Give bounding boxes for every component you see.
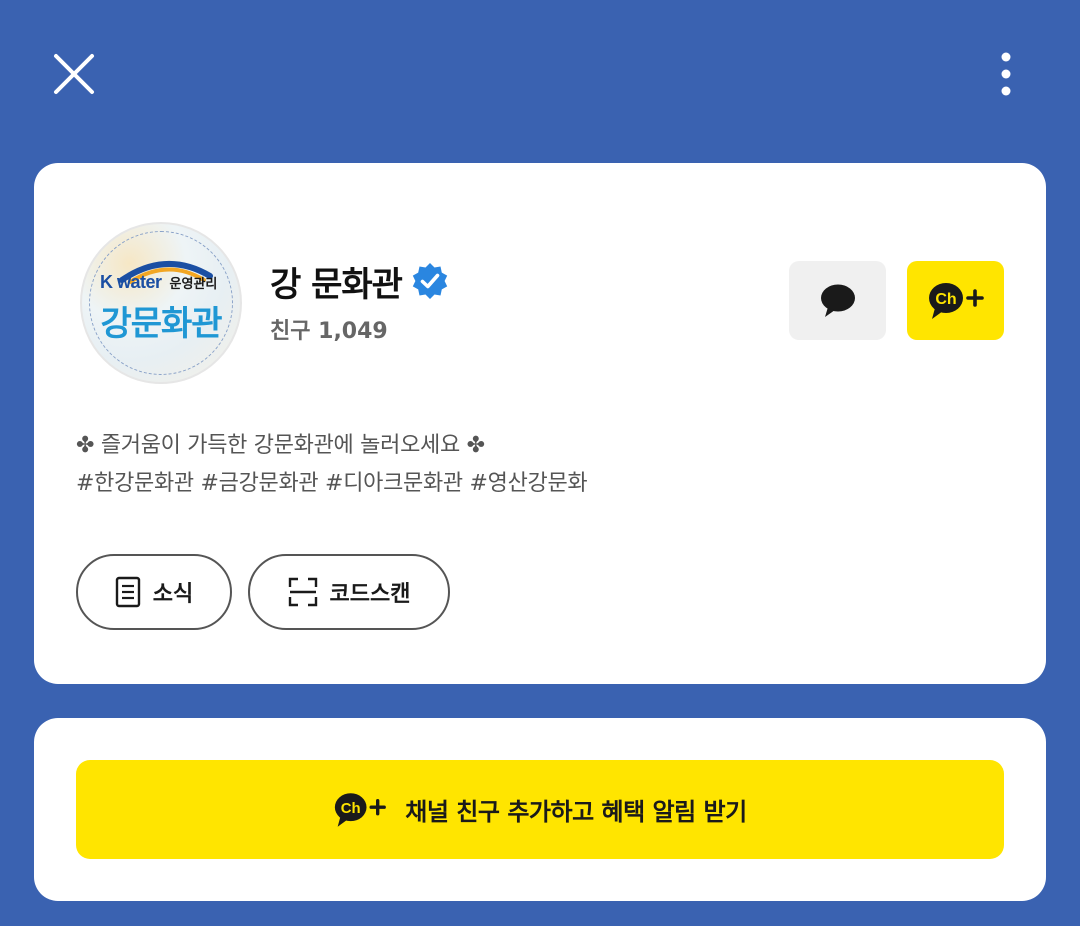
more-vertical-icon xyxy=(1001,52,1011,96)
code-scan-button-label: 코드스캔 xyxy=(329,582,411,607)
add-channel-friend-button[interactable]: Ch 채널 친구 추가하고 혜택 알림 받기 xyxy=(76,760,1004,859)
code-scan-button[interactable]: 코드스캔 xyxy=(248,554,450,630)
avatar-brand-subtitle: 운영관리 xyxy=(169,276,218,291)
profile-card: K water 운영관리 강문화관 강 문화관 친구 1,049 Ch ✤ 즐거… xyxy=(34,163,1046,684)
news-button-label: 소식 xyxy=(152,582,194,607)
close-icon xyxy=(54,54,94,94)
channel-name: 강 문화관 xyxy=(270,264,403,305)
channel-title-row: 강 문화관 xyxy=(270,257,450,305)
channel-add-icon: Ch xyxy=(335,792,387,827)
scan-frame-icon xyxy=(288,577,318,607)
add-channel-button[interactable]: Ch xyxy=(907,261,1004,340)
description-hashtags: #한강문화관 #금강문화관 #디아크문화관 #영산강문화 xyxy=(76,471,588,496)
svg-text:Ch: Ch xyxy=(341,800,361,816)
svg-text:Ch: Ch xyxy=(935,291,956,308)
channel-add-icon: Ch xyxy=(928,282,984,319)
avatar[interactable]: K water 운영관리 강문화관 xyxy=(80,222,242,384)
cta-label: 채널 친구 추가하고 혜택 알림 받기 xyxy=(405,798,747,826)
top-bar xyxy=(0,0,1080,150)
chat-button[interactable] xyxy=(789,261,886,340)
verified-badge-icon xyxy=(410,261,450,301)
document-icon xyxy=(115,576,141,608)
cta-card: Ch 채널 친구 추가하고 혜택 알림 받기 xyxy=(34,718,1046,901)
more-options-button[interactable] xyxy=(986,46,1026,102)
chat-bubble-icon xyxy=(820,284,855,317)
channel-description: ✤ 즐거움이 가득한 강문화관에 놀러오세요 ✤ #한강문화관 #금강문화관 #… xyxy=(76,427,976,503)
friends-count: 친구 1,049 xyxy=(270,319,388,344)
avatar-brand-name: K water xyxy=(100,272,162,292)
avatar-channel-name: 강문화관 xyxy=(100,304,222,344)
description-line: ✤ 즐거움이 가득한 강문화관에 놀러오세요 ✤ xyxy=(76,433,485,458)
news-button[interactable]: 소식 xyxy=(76,554,232,630)
close-button[interactable] xyxy=(46,46,102,102)
avatar-brand: K water 운영관리 xyxy=(100,272,230,293)
